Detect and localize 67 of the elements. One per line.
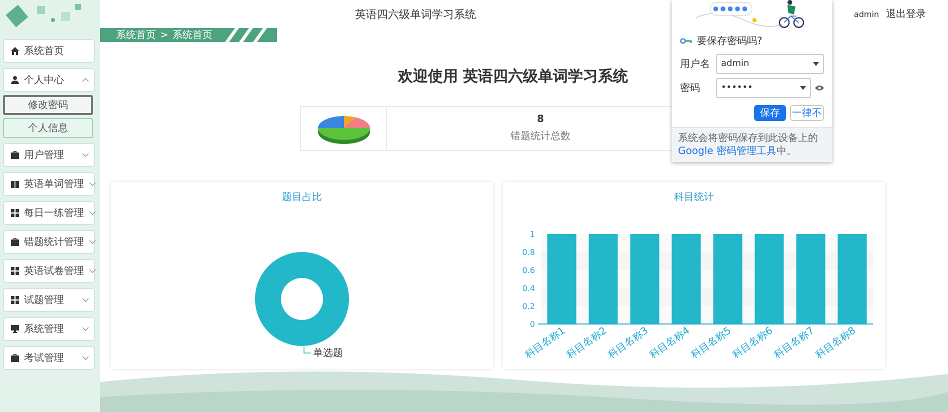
username-field[interactable]: admin: [716, 54, 824, 74]
breadcrumb-separator: >: [160, 30, 168, 40]
stat-value: 8: [537, 114, 544, 125]
welcome-heading: 欢迎使用 英语四六级单词学习系统: [398, 66, 628, 86]
sidebar-item[interactable]: 英语试卷管理: [3, 259, 95, 283]
sidebar-item[interactable]: 系统首页: [3, 39, 95, 63]
slice-label: 单选题: [313, 348, 343, 359]
stat-label: 错题统计总数: [510, 130, 570, 143]
sidebar-item[interactable]: 考试管理: [3, 346, 95, 370]
password-field[interactable]: ••••••: [716, 78, 811, 98]
sidebar-item[interactable]: 英语单词管理: [3, 172, 95, 196]
chevron-down-icon: [89, 269, 96, 273]
x-tick-label: 科目名称2: [564, 325, 609, 362]
dialog-note: 系统会将密码保存到此设备上的 Google 密码管理工具中。: [678, 133, 818, 157]
key-icon: [680, 38, 692, 44]
y-tick-label: 1: [530, 230, 535, 239]
sidebar-item[interactable]: 个人中心: [3, 68, 95, 92]
username-label: admin: [854, 10, 879, 18]
y-tick-label: 0.8: [522, 248, 535, 257]
grid-icon: [11, 296, 19, 304]
y-tick-label: 0.6: [522, 266, 535, 275]
x-tick-label: 科目名称3: [606, 325, 650, 362]
chevron-down-icon: [82, 356, 89, 360]
y-tick-label: 0.2: [522, 302, 535, 311]
book-icon: [11, 180, 19, 188]
chevron-down-icon: [82, 298, 89, 302]
monitor-icon: [11, 325, 19, 333]
sidebar-item[interactable]: 每日一练管理: [3, 201, 95, 225]
case-icon: [11, 354, 19, 362]
chevron-down-icon: [82, 327, 89, 331]
chevron-down-icon: [89, 240, 96, 244]
logout-link[interactable]: 退出登录: [886, 7, 926, 21]
x-tick-label: 科目名称8: [814, 325, 858, 362]
case-icon: [11, 151, 19, 159]
case-icon: [11, 238, 19, 246]
sidebar-item[interactable]: 用户管理: [3, 143, 95, 167]
x-tick-label: 科目名称5: [689, 325, 734, 362]
y-tick-label: 0.4: [522, 284, 535, 293]
chevron-up-icon: [82, 78, 89, 82]
dialog-title: 要保存密码吗?: [697, 34, 762, 48]
dropdown-icon[interactable]: [800, 86, 806, 90]
chart-title: 题目占比: [282, 190, 322, 204]
chart-title: 科目统计: [674, 190, 714, 204]
never-button[interactable]: 一律不: [790, 105, 824, 121]
sidebar-item[interactable]: 试题管理: [3, 288, 95, 312]
grid-icon: [11, 267, 19, 275]
x-tick-label: 科目名称4: [648, 325, 692, 362]
dropdown-icon[interactable]: [813, 62, 819, 66]
submenu-item[interactable]: 修改密码: [3, 95, 93, 115]
app-title: 英语四六级单词学习系统: [355, 6, 476, 22]
chevron-down-icon: [89, 211, 96, 215]
save-button[interactable]: 保存: [754, 105, 786, 121]
chevron-down-icon: [82, 153, 89, 157]
user-icon: [11, 76, 19, 84]
sidebar-item[interactable]: 系统管理: [3, 317, 95, 341]
y-tick-label: 0: [530, 320, 535, 329]
eye-icon[interactable]: [815, 85, 824, 91]
x-tick-label: 科目名称7: [772, 325, 816, 362]
sidebar-item[interactable]: 错题统计管理: [3, 230, 95, 254]
field-label: 用户名: [680, 58, 711, 71]
home-icon: [11, 47, 19, 55]
leader-line: [304, 346, 312, 354]
chevron-down-icon: [89, 182, 96, 186]
field-label: 密码: [680, 82, 701, 95]
x-tick-label: 科目名称6: [730, 325, 775, 362]
submenu-item[interactable]: 个人信息: [3, 118, 93, 138]
grid-icon: [11, 209, 19, 217]
